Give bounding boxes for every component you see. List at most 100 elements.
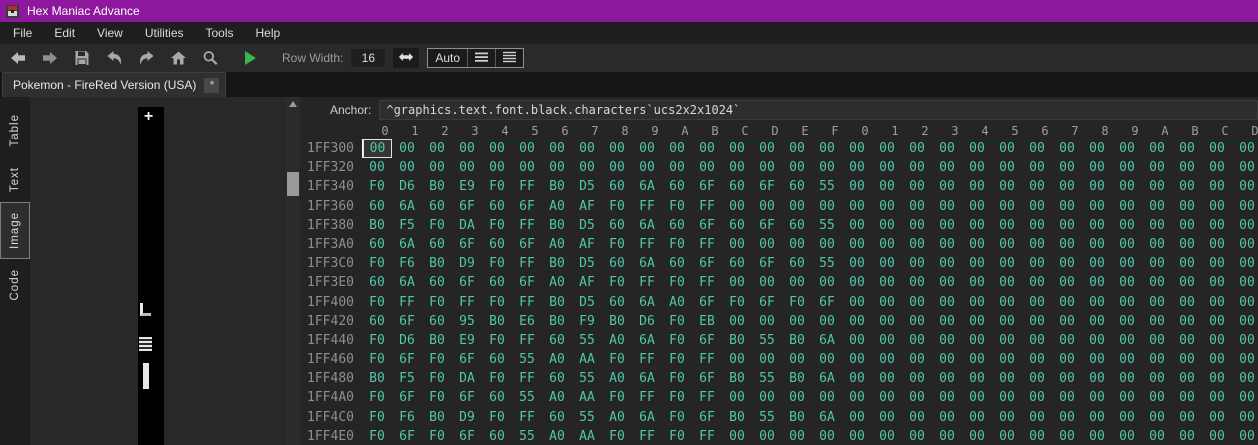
hex-byte-cell[interactable]: 00 [722, 235, 752, 254]
hex-byte-cell[interactable]: 6A [812, 408, 842, 427]
hex-byte-cell[interactable]: B0 [722, 408, 752, 427]
hex-byte-cell[interactable]: 00 [1082, 139, 1112, 158]
hex-byte-cell[interactable]: 00 [542, 139, 572, 158]
hex-byte-cell[interactable]: 6F [752, 216, 782, 235]
hex-byte-cell[interactable]: 00 [1172, 369, 1202, 388]
hex-byte-cell[interactable]: 00 [902, 197, 932, 216]
hex-byte-cell[interactable]: 00 [1082, 197, 1112, 216]
anchor-input[interactable]: ^graphics.text.font.black.characters`ucs… [379, 100, 1258, 120]
hex-byte-cell[interactable]: F0 [662, 369, 692, 388]
hex-byte-cell[interactable]: 95 [452, 312, 482, 331]
hex-byte-cell[interactable]: 00 [422, 158, 452, 177]
hex-byte-cell[interactable]: 00 [722, 427, 752, 445]
hex-byte-cell[interactable]: B0 [422, 254, 452, 273]
hex-byte-cell[interactable]: 00 [1172, 427, 1202, 445]
hex-byte-cell[interactable]: 00 [452, 139, 482, 158]
hex-byte-cell[interactable]: A0 [662, 293, 692, 312]
hex-byte-cell[interactable]: D5 [572, 216, 602, 235]
hex-byte-cell[interactable]: 6A [632, 369, 662, 388]
hex-byte-cell[interactable]: 60 [782, 254, 812, 273]
hex-byte-cell[interactable]: 6F [692, 177, 722, 196]
hex-byte-cell[interactable]: 00 [932, 197, 962, 216]
hex-byte-cell[interactable]: 6F [692, 293, 722, 312]
hex-byte-cell[interactable]: 60 [602, 177, 632, 196]
hex-byte-cell[interactable]: 00 [872, 273, 902, 292]
hex-byte-cell[interactable]: 00 [1202, 331, 1232, 350]
hex-byte-cell[interactable]: 00 [1052, 408, 1082, 427]
hex-byte-cell[interactable]: 00 [812, 158, 842, 177]
hex-byte-cell[interactable]: 6A [632, 293, 662, 312]
hex-byte-cell[interactable]: 00 [932, 139, 962, 158]
hex-byte-cell[interactable]: B0 [722, 331, 752, 350]
hex-byte-cell[interactable]: 00 [1022, 388, 1052, 407]
hex-byte-cell[interactable]: 00 [782, 235, 812, 254]
hex-byte-cell[interactable]: 60 [662, 177, 692, 196]
hex-byte-cell[interactable]: 6F [392, 350, 422, 369]
hex-byte-cell[interactable]: 00 [1172, 293, 1202, 312]
hex-byte-cell[interactable]: 6A [632, 254, 662, 273]
hex-byte-cell[interactable]: 00 [932, 312, 962, 331]
hex-byte-cell[interactable]: 00 [1202, 388, 1232, 407]
hex-byte-cell[interactable]: 6F [452, 388, 482, 407]
hex-byte-cell[interactable]: 00 [512, 139, 542, 158]
hex-byte-cell[interactable]: 00 [752, 273, 782, 292]
hex-byte-cell[interactable]: 55 [512, 350, 542, 369]
hex-byte-cell[interactable]: 00 [1142, 293, 1172, 312]
hex-byte-cell[interactable]: 00 [1082, 235, 1112, 254]
hex-byte-cell[interactable]: 00 [992, 312, 1022, 331]
hex-byte-cell[interactable]: 00 [782, 158, 812, 177]
hex-byte-cell[interactable]: 00 [902, 273, 932, 292]
hex-byte-cell[interactable]: 60 [422, 197, 452, 216]
hex-byte-cell[interactable]: 6F [692, 254, 722, 273]
hex-byte-cell[interactable]: F0 [662, 273, 692, 292]
hex-byte-cell[interactable]: FF [632, 350, 662, 369]
hex-byte-cell[interactable]: 00 [962, 177, 992, 196]
hex-byte-cell[interactable]: 00 [1202, 177, 1232, 196]
hex-byte-cell[interactable]: 00 [1082, 273, 1112, 292]
hex-byte-cell[interactable]: 00 [992, 158, 1022, 177]
hex-byte-cell[interactable]: 60 [662, 254, 692, 273]
scroll-up-icon[interactable] [289, 101, 297, 107]
hex-byte-cell[interactable]: 6F [512, 273, 542, 292]
hex-byte-cell[interactable]: 00 [842, 254, 872, 273]
hex-byte-cell[interactable]: E9 [452, 331, 482, 350]
hex-byte-cell[interactable]: 00 [1202, 216, 1232, 235]
hex-byte-cell[interactable]: 00 [1082, 158, 1112, 177]
hex-byte-cell[interactable]: DA [452, 216, 482, 235]
hex-byte-cell[interactable]: F0 [602, 235, 632, 254]
hex-byte-cell[interactable]: B0 [362, 216, 392, 235]
menu-item-utilities[interactable]: Utilities [134, 22, 195, 44]
hex-byte-cell[interactable]: F0 [602, 197, 632, 216]
hex-byte-cell[interactable]: F0 [662, 408, 692, 427]
hex-byte-cell[interactable]: 00 [812, 197, 842, 216]
hex-byte-cell[interactable]: 00 [752, 312, 782, 331]
hex-byte-cell[interactable]: 00 [1202, 273, 1232, 292]
hex-byte-cell[interactable]: 00 [1142, 235, 1172, 254]
hex-byte-cell[interactable]: 00 [1052, 331, 1082, 350]
hex-byte-cell[interactable]: A0 [542, 273, 572, 292]
hex-byte-cell[interactable]: 00 [1112, 350, 1142, 369]
hex-byte-cell[interactable]: 00 [782, 312, 812, 331]
hex-byte-cell[interactable]: 00 [722, 197, 752, 216]
hex-byte-cell[interactable]: 00 [1172, 408, 1202, 427]
hex-byte-cell[interactable]: 00 [1142, 216, 1172, 235]
hex-byte-cell[interactable]: 00 [872, 388, 902, 407]
hex-byte-cell[interactable]: 00 [782, 139, 812, 158]
hex-byte-cell[interactable]: 00 [1052, 254, 1082, 273]
dense-mode-button[interactable] [495, 49, 523, 67]
hex-byte-cell[interactable]: 60 [422, 312, 452, 331]
hex-byte-cell[interactable]: D5 [572, 293, 602, 312]
hex-byte-cell[interactable]: 55 [812, 216, 842, 235]
hex-byte-cell[interactable]: 00 [932, 331, 962, 350]
hex-byte-cell[interactable]: FF [632, 273, 662, 292]
menu-item-file[interactable]: File [2, 22, 43, 44]
hex-byte-cell[interactable]: 00 [1232, 158, 1258, 177]
hex-byte-cell[interactable]: 00 [392, 158, 422, 177]
hex-byte-cell[interactable]: 00 [602, 158, 632, 177]
hex-byte-cell[interactable]: 00 [422, 139, 452, 158]
hex-byte-cell[interactable]: 00 [902, 293, 932, 312]
save-button[interactable] [68, 46, 96, 70]
hex-byte-cell[interactable]: 00 [842, 273, 872, 292]
hex-byte-cell[interactable]: 00 [902, 408, 932, 427]
hex-byte-cell[interactable]: 00 [752, 235, 782, 254]
